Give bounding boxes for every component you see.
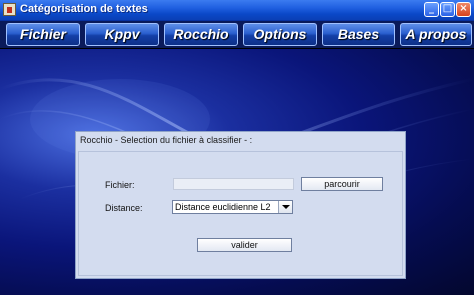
menu-options[interactable]: Options [243, 23, 317, 46]
minimize-icon: _ [429, 3, 434, 14]
window-title: Catégorisation de textes [20, 3, 148, 15]
maximize-icon: □ [442, 3, 453, 14]
distance-selected-value: Distance euclidienne L2 [175, 202, 271, 212]
distance-label: Distance: [105, 203, 143, 213]
validate-button[interactable]: valider [197, 238, 292, 252]
dialog-title: Rocchio - Selection du fichier à classif… [80, 135, 253, 145]
menu-bar: Fichier Kppv Rocchio Options Bases A pro… [0, 21, 474, 49]
menu-bases[interactable]: Bases [322, 23, 395, 46]
menu-a-propos[interactable]: A propos [400, 23, 472, 46]
chevron-down-icon[interactable] [278, 201, 292, 213]
close-icon: × [459, 3, 468, 14]
file-label: Fichier: [105, 180, 135, 190]
menu-kppv[interactable]: Kppv [85, 23, 159, 46]
minimize-button[interactable]: _ [424, 2, 439, 17]
title-bar: Catégorisation de textes _ □ × [0, 0, 474, 21]
close-button[interactable]: × [456, 2, 471, 17]
menu-rocchio[interactable]: Rocchio [164, 23, 238, 46]
menu-fichier[interactable]: Fichier [6, 23, 80, 46]
distance-select[interactable]: Distance euclidienne L2 [172, 200, 293, 214]
browse-button[interactable]: parcourir [301, 177, 383, 191]
maximize-button[interactable]: □ [440, 2, 455, 17]
app-icon [3, 3, 16, 16]
file-path-field[interactable] [173, 178, 294, 190]
